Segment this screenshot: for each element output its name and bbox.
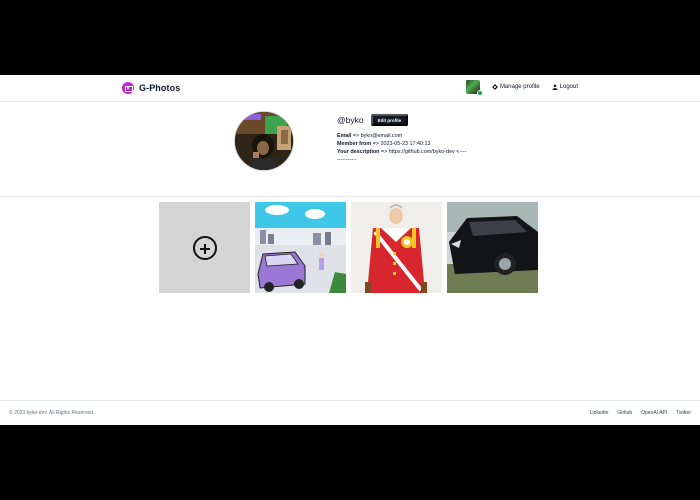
username: @byko — [337, 115, 364, 125]
photo-item[interactable] — [255, 202, 346, 293]
username-row: @byko Edit profile — [337, 114, 467, 126]
email-value: => byko@email.com — [351, 133, 403, 139]
king-portrait-image — [351, 202, 442, 293]
profile-meta: Email => byko@email.com Member from => 2… — [337, 132, 467, 164]
copyright: © 2023 byko-dev. All Rights Reserved. — [9, 410, 95, 416]
navbar: G-Photos Manage profile Logout — [0, 75, 700, 102]
gear-icon — [492, 84, 498, 90]
description-row: Your description => https://github.com/b… — [337, 148, 467, 164]
page: G-Photos Manage profile Logout @byko Edi… — [0, 75, 700, 425]
description-label: Your description — [337, 149, 380, 155]
brand-name: G-Photos — [139, 83, 181, 93]
profile-info: @byko Edit profile Email => byko@email.c… — [337, 114, 467, 164]
manage-profile-label: Manage profile — [499, 84, 540, 90]
logout-label: Logout — [559, 84, 578, 90]
footer-link-github[interactable]: Github — [617, 410, 632, 416]
member-row: Member from => 2023-05-23 17:40:13 — [337, 140, 467, 148]
logout-link[interactable]: Logout — [552, 84, 578, 90]
photo-item[interactable] — [351, 202, 442, 293]
footer: © 2023 byko-dev. All Rights Reserved. Li… — [0, 400, 700, 425]
brand[interactable]: G-Photos — [122, 82, 180, 94]
email-row: Email => byko@email.com — [337, 132, 467, 140]
footer-link-linkedin[interactable]: Linkedin — [590, 410, 609, 416]
black-car-image — [447, 202, 538, 293]
profile-avatar — [234, 111, 294, 171]
camera-icon — [122, 82, 134, 94]
photo-grid — [159, 202, 538, 293]
profile-photo-icon — [235, 112, 293, 170]
footer-link-twitter[interactable]: Twitter — [676, 410, 691, 416]
upload-photo-button[interactable] — [159, 202, 250, 293]
member-label: Member from — [337, 141, 372, 147]
footer-links: Linkedin Github OpenAI API Twitter — [581, 410, 691, 416]
edit-profile-button[interactable]: Edit profile — [370, 114, 409, 126]
anime-street-car-image — [255, 202, 346, 293]
member-value: => 2023-05-23 17:40:13 — [371, 141, 431, 147]
add-circle-icon — [192, 235, 217, 260]
user-icon — [552, 84, 558, 90]
manage-profile-link[interactable]: Manage profile — [492, 84, 540, 90]
online-status-icon — [476, 90, 483, 96]
user-avatar[interactable] — [465, 80, 483, 96]
email-label: Email — [337, 133, 352, 139]
photo-item[interactable] — [447, 202, 538, 293]
profile-section: @byko Edit profile Email => byko@email.c… — [0, 102, 700, 197]
nav-right: Manage profile Logout — [465, 80, 578, 96]
footer-link-openai-api[interactable]: OpenAI API — [641, 410, 667, 416]
